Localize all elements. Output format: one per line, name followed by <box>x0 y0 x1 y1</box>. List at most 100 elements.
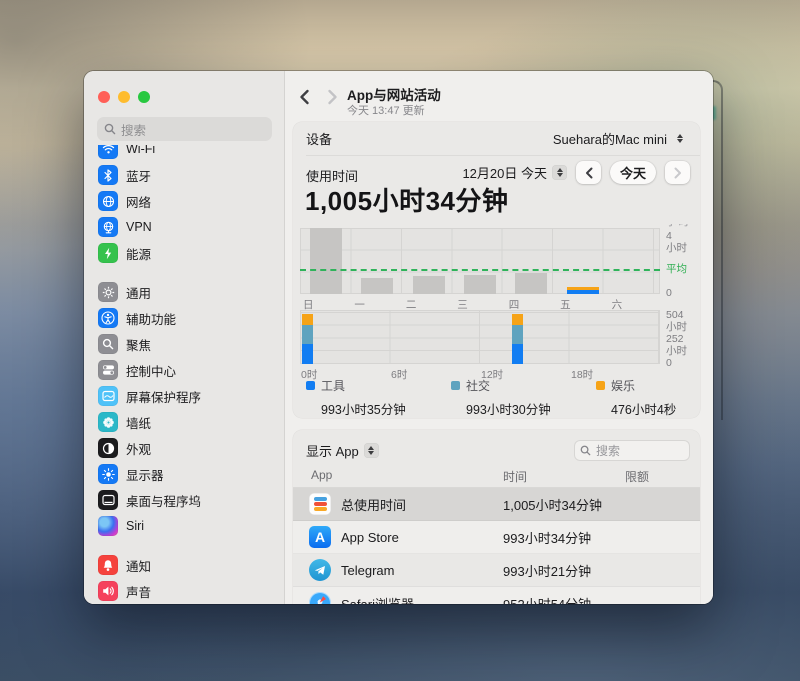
week-bar-三[interactable] <box>464 275 496 294</box>
minimize-window-button[interactable] <box>118 91 130 103</box>
legend-label: 社交 <box>466 379 491 393</box>
sidebar-item-label: 控制中心 <box>126 364 177 379</box>
apps-table: 总使用时间 1,005小时34分钟 A App Store 993小时34分钟 Teleg… <box>293 488 700 604</box>
date-dropdown[interactable]: 12月20日 今天 <box>462 163 567 182</box>
week-bar-日[interactable] <box>309 228 342 294</box>
siri-icon <box>98 516 118 536</box>
forward-button[interactable] <box>321 86 343 108</box>
week-bar-四[interactable] <box>515 272 548 294</box>
device-dropdown[interactable]: Suehara的Mac mini <box>553 129 687 148</box>
table-header: App 时间 限额 <box>293 466 700 487</box>
next-day-button[interactable] <box>665 161 690 184</box>
show-app-dropdown[interactable]: 显示 App <box>306 441 379 460</box>
appearance-icon <box>98 438 118 458</box>
accessibility-icon <box>98 308 118 328</box>
y-tick: 504 <box>666 309 684 321</box>
table-row-总使用时间[interactable]: 总使用时间 1,005小时34分钟 <box>293 488 700 521</box>
legend-value: 476小时4秒 <box>611 403 677 417</box>
week-chart: 日一二三四五六 小时 4 小时 平均 0 <box>300 224 702 311</box>
clipped-axis-label: 小时 <box>666 224 691 229</box>
sidebar-item-Siri[interactable]: Siri <box>92 513 276 539</box>
table-row-Telegram[interactable]: Telegram 993小时21分钟 <box>293 554 700 587</box>
sidebar-item-能源[interactable]: 能源 <box>92 240 276 266</box>
system-settings-window: 搜索 Wi-Fi 蓝牙 网络 VPN 能源 通用 辅助功能 聚焦 控制中心 屏幕保护程序 墙纸 外观显… <box>84 71 713 604</box>
apps-toolbar: 显示 App 搜索 <box>306 437 690 463</box>
usage-card: 设备 Suehara的Mac mini 使用时间 12月20日 今天 今天 1,… <box>293 122 700 418</box>
apps-search-input[interactable]: 搜索 <box>574 439 690 461</box>
week-chart-plot[interactable] <box>300 228 660 294</box>
zoom-window-button[interactable] <box>138 91 150 103</box>
sidebar-item-通知[interactable]: 通知 <box>92 552 276 578</box>
sidebar-item-label: Siri <box>126 519 145 533</box>
search-icon <box>580 445 591 455</box>
y-tick: 252 <box>666 333 684 345</box>
y-tick-zero: 0 <box>666 357 672 369</box>
sidebar-item-外观[interactable]: 外观 <box>92 435 276 461</box>
stack-icon <box>309 493 331 515</box>
week-bar-五[interactable] <box>566 287 599 294</box>
sidebar-item-控制中心[interactable]: 控制中心 <box>92 357 276 383</box>
apps-card: 显示 App 搜索 App 时间 限额 总使用时间 1,005小时34分钟 A App… <box>293 430 700 604</box>
back-button[interactable] <box>293 86 315 108</box>
vpn-globe-icon <box>98 217 118 237</box>
sidebar-item-辅助功能[interactable]: 辅助功能 <box>92 305 276 331</box>
sidebar-group: Wi-Fi 蓝牙网络 VPN 能源 <box>92 145 276 266</box>
sidebar-item-Wi-Fi[interactable]: Wi-Fi <box>92 145 276 162</box>
hour-bar-14[interactable] <box>512 313 523 364</box>
sidebar-search-input[interactable]: 搜索 <box>97 117 272 141</box>
show-app-dropdown-value: 显示 App <box>306 443 359 459</box>
close-window-button[interactable] <box>98 91 110 103</box>
week-bar-一[interactable] <box>361 277 394 294</box>
hourly-y-axis: 504 小时 252 小时 0 <box>666 309 702 376</box>
sidebar-item-label: 外观 <box>126 442 152 457</box>
legend-swatch-icon <box>451 381 460 390</box>
sidebar-item-label: 声音 <box>126 585 152 600</box>
hourly-chart-plot[interactable] <box>300 310 660 364</box>
window-controls <box>98 91 150 103</box>
today-button[interactable]: 今天 <box>610 161 656 184</box>
legend-value: 993小时30分钟 <box>466 403 551 417</box>
sidebar-search-placeholder: 搜索 <box>121 123 147 138</box>
sidebar-item-网络[interactable]: 网络 <box>92 188 276 214</box>
week-y-axis: 小时 4 小时 平均 0 <box>666 224 702 308</box>
sidebar-item-显示器[interactable]: 显示器 <box>92 461 276 487</box>
sidebar-item-通用[interactable]: 通用 <box>92 279 276 305</box>
chevron-updown-icon <box>672 131 687 146</box>
sidebar-item-桌面与程序坞[interactable]: 桌面与程序坞 <box>92 487 276 513</box>
screensaver-icon <box>98 386 118 406</box>
sidebar-item-label: 网络 <box>126 195 152 210</box>
wallpaper-flower-icon <box>98 412 118 432</box>
app-name: 总使用时间 <box>341 497 407 513</box>
sidebar-item-墙纸[interactable]: 墙纸 <box>92 409 276 435</box>
category-legend: 工具 993小时35分钟 社交 993小时30分钟 娱乐 476小时4秒 <box>306 377 690 417</box>
app-time: 993小时34分钟 <box>503 530 592 546</box>
previous-day-button[interactable] <box>576 161 601 184</box>
sidebar-item-声音[interactable]: 声音 <box>92 578 276 604</box>
bolt-icon <box>98 243 118 263</box>
hour-bar-0[interactable] <box>302 313 313 364</box>
sidebar-item-label: 墙纸 <box>126 416 152 431</box>
sidebar-nav: Wi-Fi 蓝牙网络 VPN 能源通用 辅助功能 聚焦控制中心屏幕保护程序墙纸外观显示器桌… <box>92 145 276 604</box>
date-dropdown-value: 12月20日 今天 <box>462 166 547 181</box>
device-label: 设备 <box>306 132 333 147</box>
apps-search-placeholder: 搜索 <box>596 443 621 458</box>
sidebar-item-屏幕保护程序[interactable]: 屏幕保护程序 <box>92 383 276 409</box>
sidebar-item-蓝牙[interactable]: 蓝牙 <box>92 162 276 188</box>
device-row: 设备 Suehara的Mac mini <box>293 122 700 155</box>
app-name: App Store <box>341 529 399 545</box>
week-bar-二[interactable] <box>412 275 445 294</box>
sidebar-item-聚焦[interactable]: 聚焦 <box>92 331 276 357</box>
sidebar-item-label: 显示器 <box>126 468 164 483</box>
app-time: 952小时54分钟 <box>503 596 592 605</box>
wifi-icon <box>98 145 118 159</box>
gear-icon <box>98 282 118 302</box>
sidebar-item-label: 桌面与程序坞 <box>126 494 202 509</box>
hourly-chart: 0时 6时 12时 18时 504 小时 252 小时 0 <box>300 309 702 381</box>
table-row-Safari浏览器[interactable]: Safari浏览器 952小时54分钟 <box>293 587 700 604</box>
sidebar-item-VPN[interactable]: VPN <box>92 214 276 240</box>
sidebar-scroll-area[interactable]: Wi-Fi 蓝牙网络 VPN 能源通用 辅助功能 聚焦控制中心屏幕保护程序墙纸外观显示器桌… <box>84 145 284 604</box>
column-time: 时间 <box>503 470 528 484</box>
table-row-App Store[interactable]: A App Store 993小时34分钟 <box>293 521 700 554</box>
column-limit: 限额 <box>625 470 650 484</box>
sidebar-item-label: 能源 <box>126 247 152 262</box>
